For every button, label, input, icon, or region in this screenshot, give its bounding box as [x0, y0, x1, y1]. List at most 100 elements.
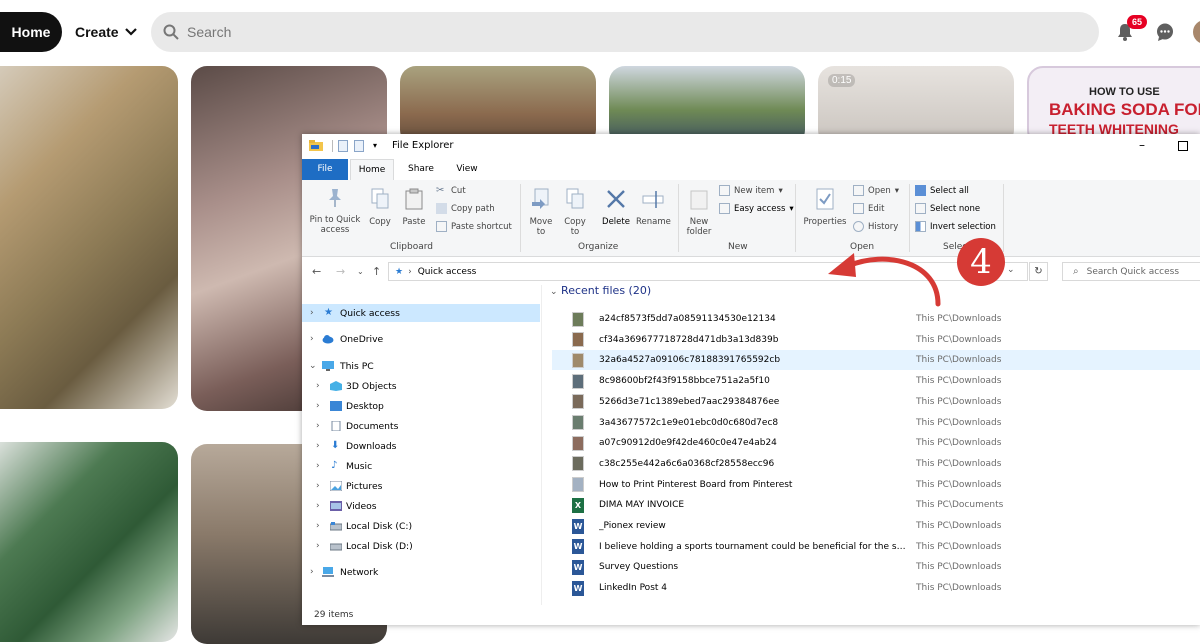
- sidebar-item-videos[interactable]: › Videos: [302, 497, 540, 515]
- home-button[interactable]: Home: [0, 12, 62, 52]
- file-row[interactable]: W Survey Questions This PC\Downloads: [552, 557, 1200, 577]
- file-row[interactable]: c38c255e442a6c6a0368cf28558ecc96 This PC\…: [552, 454, 1200, 474]
- copy-to-button[interactable]: Copy to: [560, 188, 590, 237]
- messages-icon[interactable]: [1155, 22, 1175, 42]
- expand-chevron-icon[interactable]: ›: [310, 567, 314, 577]
- paste-button[interactable]: Paste: [400, 188, 428, 227]
- paste-shortcut-button[interactable]: Paste shortcut: [436, 221, 512, 232]
- file-row[interactable]: X DIMA MAY INVOICE This PC\Documents: [552, 495, 1200, 515]
- expand-chevron-icon[interactable]: ›: [310, 334, 314, 344]
- expand-chevron-icon[interactable]: ›: [316, 481, 320, 491]
- quick-new-folder-icon[interactable]: [354, 140, 364, 152]
- sidebar-item-music[interactable]: › ♪ Music: [302, 457, 540, 475]
- copy-path-button[interactable]: Copy path: [436, 203, 495, 214]
- pin-money-box[interactable]: [0, 66, 178, 409]
- tab-share[interactable]: Share: [398, 159, 444, 180]
- sidebar-item-3d-objects[interactable]: › 3D Objects: [302, 377, 540, 395]
- move-to-icon: [532, 188, 549, 209]
- expand-chevron-icon[interactable]: ›: [316, 521, 320, 531]
- cut-button[interactable]: ✂ Cut: [436, 185, 466, 196]
- breadcrumb[interactable]: Quick access: [418, 267, 477, 277]
- up-arrow-icon[interactable]: ↑: [372, 265, 381, 278]
- sidebar-item-this-pc[interactable]: ⌄ This PC: [302, 357, 540, 375]
- file-name: c38c255e442a6c6a0368cf28558ecc96: [599, 458, 775, 469]
- sidebar-item-local-disk-c[interactable]: › Local Disk (C:): [302, 517, 540, 535]
- sidebar-item-local-disk-d[interactable]: › Local Disk (D:): [302, 537, 540, 555]
- new-folder-button[interactable]: New folder: [683, 188, 715, 237]
- file-row[interactable]: W I believe holding a sports tournament c…: [552, 537, 1200, 557]
- expand-chevron-icon[interactable]: ›: [316, 441, 320, 451]
- easy-access-button[interactable]: Easy access ▾: [719, 203, 794, 214]
- drive-icon: [330, 522, 342, 531]
- file-row[interactable]: W _Pionex review This PC\Downloads: [552, 516, 1200, 536]
- sidebar-item-pictures[interactable]: › Pictures: [302, 477, 540, 495]
- copy-to-icon: [566, 188, 584, 209]
- delete-button[interactable]: Delete: [600, 188, 632, 227]
- collapse-chevron-icon[interactable]: ⌄: [550, 287, 558, 297]
- expand-chevron-icon[interactable]: ›: [316, 461, 320, 471]
- pinterest-header: Home Create Search 65: [0, 0, 1200, 64]
- quick-properties-icon[interactable]: [338, 140, 348, 152]
- dropdown-arrow-icon: ▾: [789, 203, 794, 214]
- file-location: This PC\Downloads: [916, 479, 1002, 490]
- open-button[interactable]: Open ▾: [853, 185, 899, 196]
- sidebar-item-quick-access[interactable]: › ★ Quick access: [302, 304, 540, 322]
- file-row[interactable]: a07c90912d0e9f42de460c0e47e4ab24 This PC\…: [552, 433, 1200, 453]
- search-input[interactable]: Search: [151, 12, 1099, 52]
- back-arrow-icon[interactable]: ←: [312, 265, 321, 278]
- forward-arrow-icon[interactable]: →: [336, 265, 345, 278]
- file-row[interactable]: 5266d3e71c1389ebed7aac29384876ee This PC\…: [552, 392, 1200, 412]
- create-menu-button[interactable]: Create: [75, 12, 137, 52]
- word-file-icon: W: [572, 518, 584, 534]
- tab-file[interactable]: File: [302, 159, 348, 180]
- history-label: History: [868, 221, 899, 232]
- sidebar-item-documents[interactable]: › Documents: [302, 417, 540, 435]
- minimize-icon[interactable]: –: [1139, 138, 1151, 152]
- select-none-button[interactable]: Select none: [915, 203, 980, 214]
- pin-to-quick-access-button[interactable]: Pin to Quick access: [308, 188, 362, 235]
- paste-shortcut-icon: [436, 221, 447, 232]
- sidebar-item-network[interactable]: › Network: [302, 563, 540, 581]
- file-row[interactable]: 32a6a4527a09106c78188391765592cb This PC\…: [552, 350, 1200, 371]
- maximize-icon[interactable]: [1178, 141, 1188, 151]
- file-row[interactable]: How to Print Pinterest Board from Pinter…: [552, 475, 1200, 495]
- copy-button[interactable]: Copy: [366, 188, 394, 227]
- search-placeholder: Search Quick access: [1086, 266, 1180, 277]
- address-dropdown-icon[interactable]: ⌄: [1007, 265, 1015, 275]
- avatar[interactable]: [1193, 20, 1200, 44]
- properties-button[interactable]: Properties: [800, 188, 850, 227]
- file-row[interactable]: W LinkedIn Post 4 This PC\Downloads: [552, 578, 1200, 598]
- move-to-button[interactable]: Move to: [526, 188, 556, 237]
- pin-text-line2: BAKING SODA FOR: [1049, 100, 1200, 119]
- invert-selection-button[interactable]: Invert selection: [915, 221, 996, 232]
- customize-toolbar-icon[interactable]: ▾: [373, 141, 377, 150]
- rename-button[interactable]: Rename: [636, 188, 671, 227]
- edit-button[interactable]: Edit: [853, 203, 884, 214]
- image-thumbnail-icon: [572, 394, 584, 410]
- sidebar-item-onedrive[interactable]: › OneDrive: [302, 330, 540, 348]
- expand-chevron-icon[interactable]: ›: [316, 381, 320, 391]
- select-all-button[interactable]: Select all: [915, 185, 969, 196]
- collapse-chevron-icon[interactable]: ⌄: [309, 361, 317, 371]
- tab-home[interactable]: Home: [350, 159, 394, 180]
- sidebar-item-label: Desktop: [346, 400, 384, 412]
- expand-chevron-icon[interactable]: ›: [316, 501, 320, 511]
- history-button[interactable]: History: [853, 221, 898, 232]
- expand-chevron-icon[interactable]: ›: [316, 541, 320, 551]
- new-item-button[interactable]: New item ▾: [719, 185, 783, 196]
- pin-apple-devices[interactable]: [0, 442, 178, 642]
- file-row[interactable]: 8c98600bf2f43f9158bbce751a2a5f10 This PC\…: [552, 371, 1200, 391]
- sidebar-item-desktop[interactable]: › Desktop: [302, 397, 540, 415]
- file-row[interactable]: 3a43677572c1e9e01ebc0d0c680d7ec8 This PC\…: [552, 413, 1200, 433]
- invert-selection-label: Invert selection: [930, 221, 996, 232]
- file-row[interactable]: cf34a369677718728d471db3a13d839b This PC\…: [552, 330, 1200, 350]
- recent-locations-icon[interactable]: ⌄: [357, 267, 364, 276]
- expand-chevron-icon[interactable]: ›: [316, 401, 320, 411]
- recent-files-header[interactable]: ⌄ Recent files (20): [550, 284, 651, 297]
- sidebar-item-downloads[interactable]: › ⬇ Downloads: [302, 437, 540, 455]
- new-folder-icon: [690, 190, 708, 210]
- tab-view[interactable]: View: [446, 159, 488, 180]
- copy-path-icon: [436, 203, 447, 214]
- expand-chevron-icon[interactable]: ›: [316, 421, 320, 431]
- expand-chevron-icon[interactable]: ›: [310, 308, 314, 318]
